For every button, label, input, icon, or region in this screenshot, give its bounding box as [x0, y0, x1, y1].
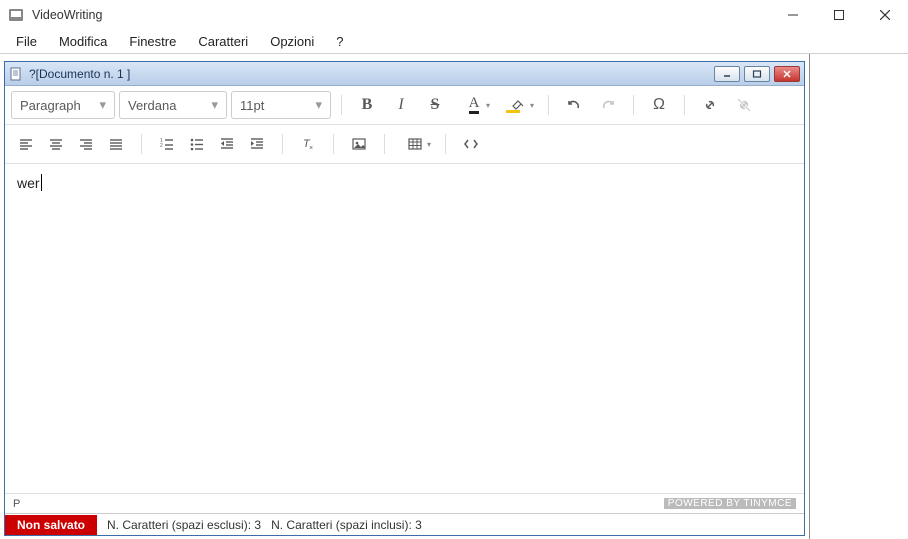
align-left-button[interactable] [11, 130, 41, 158]
char-count-excl: N. Caratteri (spazi esclusi): 3 [107, 518, 261, 532]
document-title: ?[Documento n. 1 ] [29, 67, 130, 81]
paragraph-select[interactable]: Paragraph▾ [11, 91, 115, 119]
menu-help[interactable]: ? [326, 31, 353, 52]
menu-file[interactable]: File [6, 31, 47, 52]
strikethrough-button[interactable]: S [420, 91, 450, 119]
doc-maximize-button[interactable] [744, 66, 770, 82]
doc-close-button[interactable] [774, 66, 800, 82]
background-color-button[interactable] [498, 91, 538, 119]
editor-text: wer [17, 175, 40, 191]
powered-by-label: POWERED BY TINYMCE [664, 498, 796, 509]
clear-formatting-button[interactable]: T× [293, 130, 323, 158]
link-button[interactable] [695, 91, 725, 119]
outdent-button[interactable] [212, 130, 242, 158]
align-center-button[interactable] [41, 130, 71, 158]
align-right-button[interactable] [71, 130, 101, 158]
size-label: 11pt [240, 98, 264, 113]
text-color-button[interactable]: A [454, 91, 494, 119]
align-justify-button[interactable] [101, 130, 131, 158]
window-close-button[interactable] [862, 0, 908, 30]
menu-modifica[interactable]: Modifica [49, 31, 117, 52]
italic-button[interactable]: I [386, 91, 416, 119]
undo-button[interactable] [559, 91, 589, 119]
window-minimize-button[interactable] [770, 0, 816, 30]
element-path[interactable]: P [13, 498, 20, 510]
char-count-incl: N. Caratteri (spazi inclusi): 3 [271, 518, 422, 532]
doc-minimize-button[interactable] [714, 66, 740, 82]
source-code-button[interactable] [456, 130, 486, 158]
special-character-button[interactable]: Ω [644, 91, 674, 119]
numbered-list-button[interactable]: 12 [152, 130, 182, 158]
side-panel [810, 54, 908, 539]
document-window: ?[Documento n. 1 ] Paragraph▾ Verdana▾ 1… [4, 61, 805, 536]
unlink-button[interactable] [729, 91, 759, 119]
text-cursor [41, 174, 42, 191]
svg-text:2: 2 [160, 143, 163, 149]
bold-button[interactable]: B [352, 91, 382, 119]
menu-caratteri[interactable]: Caratteri [188, 31, 258, 52]
bullet-list-button[interactable] [182, 130, 212, 158]
svg-text:×: × [309, 145, 313, 152]
font-size-select[interactable]: 11pt▾ [231, 91, 331, 119]
font-label: Verdana [128, 98, 176, 113]
redo-button[interactable] [593, 91, 623, 119]
insert-image-button[interactable] [344, 130, 374, 158]
menu-finestre[interactable]: Finestre [119, 31, 186, 52]
paragraph-label: Paragraph [20, 98, 81, 113]
app-icon [8, 7, 24, 23]
save-state-badge: Non salvato [5, 515, 97, 535]
editor-content[interactable]: wer [5, 164, 804, 493]
app-title: VideoWriting [32, 8, 102, 22]
menu-opzioni[interactable]: Opzioni [260, 31, 324, 52]
document-icon [9, 67, 23, 81]
indent-button[interactable] [242, 130, 272, 158]
window-maximize-button[interactable] [816, 0, 862, 30]
font-family-select[interactable]: Verdana▾ [119, 91, 227, 119]
insert-table-button[interactable] [395, 130, 435, 158]
